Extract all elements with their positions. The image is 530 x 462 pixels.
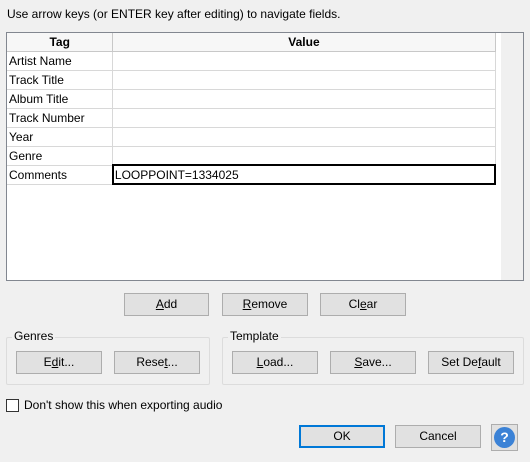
table-row[interactable]: Comments LOOPPOINT=1334025 [7, 164, 497, 185]
tag-cell[interactable]: Track Title [7, 69, 114, 90]
set-default-label-pre: Set De [441, 355, 478, 369]
table-row[interactable]: Genre [7, 145, 496, 166]
remove-button[interactable]: Remove [222, 293, 308, 316]
reset-label-post: ... [167, 355, 178, 369]
metadata-table: Tag Value Artist Name Track Title Album … [7, 33, 497, 185]
clear-accelerator: e [359, 297, 367, 311]
genres-group-label: Genres [12, 329, 56, 343]
value-cell[interactable] [112, 50, 496, 71]
column-header-value: Value [112, 33, 496, 52]
remove-label-post: emove [251, 297, 288, 311]
value-cell[interactable] [112, 145, 496, 166]
help-icon: ? [494, 427, 515, 448]
grid-scrollbar[interactable] [501, 33, 523, 280]
table-row[interactable]: Artist Name [7, 50, 496, 71]
ok-button[interactable]: OK [299, 425, 385, 448]
load-label-post: oad... [263, 355, 294, 369]
cancel-button[interactable]: Cancel [395, 425, 481, 448]
save-label-post: ave... [362, 355, 392, 369]
value-cell[interactable] [112, 69, 496, 90]
table-row[interactable]: Album Title [7, 88, 496, 109]
value-cell[interactable] [112, 107, 496, 128]
clear-button[interactable]: Clear [320, 293, 406, 316]
tag-cell[interactable]: Album Title [7, 88, 114, 109]
table-row[interactable]: Track Number [7, 107, 496, 128]
edit-label-pre: E [43, 355, 52, 369]
column-header-tag: Tag [7, 33, 114, 52]
set-default-template-button[interactable]: Set Default [428, 351, 514, 374]
value-cell[interactable] [112, 126, 496, 147]
reset-label-pre: Rese [136, 355, 165, 369]
add-button[interactable]: Add [124, 293, 209, 316]
tag-cell[interactable]: Year [7, 126, 114, 147]
comments-value-editor[interactable]: LOOPPOINT=1334025 [111, 164, 497, 185]
dont-show-label[interactable]: Don't show this when exporting audio [24, 398, 222, 412]
instruction-text: Use arrow keys (or ENTER key after editi… [7, 7, 341, 21]
save-template-button[interactable]: Save... [330, 351, 416, 374]
value-cell[interactable] [112, 88, 496, 109]
clear-label-pre: Cl [348, 297, 360, 311]
tag-cell[interactable]: Track Number [7, 107, 114, 128]
add-accelerator: A [155, 297, 164, 311]
add-label-post: dd [163, 297, 178, 311]
set-default-label-post: ault [481, 355, 501, 369]
dont-show-checkbox[interactable] [6, 398, 19, 412]
dont-show-option[interactable]: Don't show this when exporting audio [6, 398, 222, 412]
template-group-label: Template [228, 329, 281, 343]
clear-label-post: ar [366, 297, 378, 311]
remove-accelerator: R [242, 297, 252, 311]
table-row[interactable]: Track Title [7, 69, 496, 90]
edit-label-post: it... [58, 355, 75, 369]
tag-cell[interactable]: Genre [7, 145, 114, 166]
edit-genres-button[interactable]: Edit... [16, 351, 102, 374]
tag-cell[interactable]: Comments [7, 164, 114, 185]
load-template-button[interactable]: Load... [232, 351, 318, 374]
table-row[interactable]: Year [7, 126, 496, 147]
metadata-grid[interactable]: Tag Value Artist Name Track Title Album … [6, 32, 524, 281]
tag-cell[interactable]: Artist Name [7, 50, 114, 71]
help-button[interactable]: ? [491, 424, 518, 451]
reset-genres-button[interactable]: Reset... [114, 351, 200, 374]
